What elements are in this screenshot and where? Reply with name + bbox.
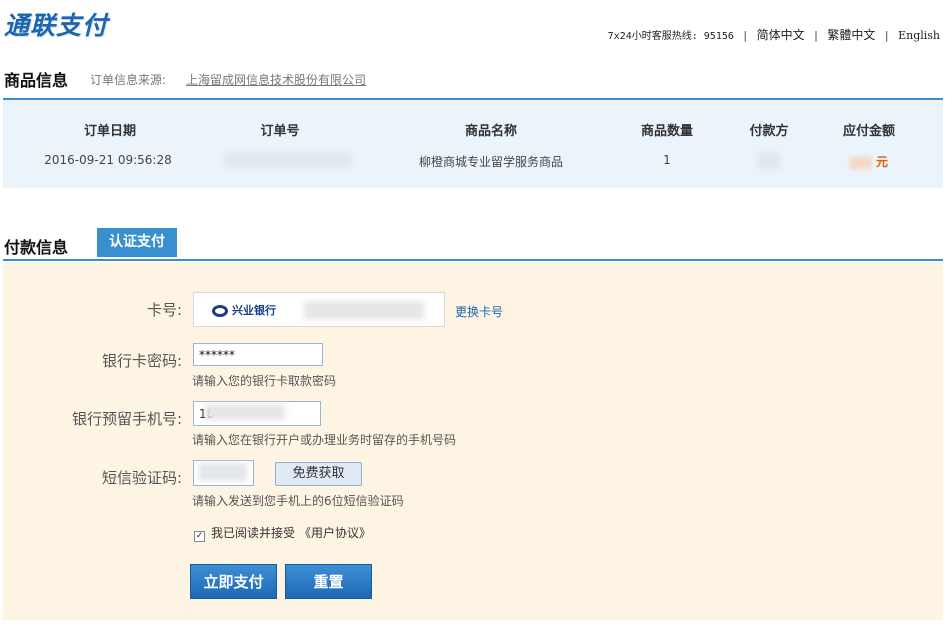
lang-traditional-link[interactable]: 繁體中文: [827, 28, 875, 42]
lang-simplified-link[interactable]: 简体中文: [757, 28, 805, 42]
header-amount: 应付金额: [842, 124, 895, 139]
card-number-label: 卡号:: [146, 301, 182, 319]
quantity-value: 1: [663, 153, 671, 167]
header-product-name: 商品名称: [464, 124, 517, 139]
divider: [3, 259, 943, 261]
sms-code-label: 短信验证码:: [101, 469, 182, 487]
reset-button[interactable]: 重置: [285, 564, 372, 599]
divider: |: [884, 29, 889, 42]
order-number-value: [218, 153, 358, 170]
agree-text: 我已阅读并接受: [211, 526, 296, 540]
tonglian-logo: 通联支付: [4, 11, 109, 40]
redacted-order-number: [224, 153, 352, 167]
lang-english-link[interactable]: English: [898, 29, 940, 42]
user-agreement-link[interactable]: 《用户协议》: [299, 526, 371, 540]
top-links: 7x24小时客服热线: 95156 | 简体中文 | 繁體中文 | Englis…: [608, 26, 940, 43]
header-payer: 付款方: [749, 124, 789, 139]
header-order-number: 订单号: [260, 124, 300, 139]
password-input[interactable]: [193, 343, 323, 366]
payment-section-title: 付款信息: [4, 238, 69, 257]
sms-code-hint: 请输入发送到您手机上的6位短信验证码: [192, 494, 404, 508]
tab-auth-payment[interactable]: 认证支付: [97, 228, 177, 257]
change-card-link[interactable]: 更换卡号: [455, 303, 503, 320]
agree-checkbox[interactable]: ✓: [194, 531, 205, 542]
amount-value: 元: [819, 153, 919, 170]
phone-hint: 请输入您在银行开户或办理业务时留存的手机号码: [192, 433, 457, 447]
redacted-phone: [205, 404, 285, 420]
divider: |: [743, 29, 748, 42]
product-name-value: 柳橙商城专业留学服务商品: [418, 155, 563, 169]
header-quantity: 商品数量: [640, 124, 693, 139]
password-hint: 请输入您的银行卡取款密码: [192, 374, 337, 388]
redacted-payer: [758, 153, 780, 169]
header-order-date: 订单日期: [83, 124, 136, 139]
order-source-label: 订单信息来源:: [90, 73, 167, 87]
redacted-sms-code: [199, 463, 247, 481]
redacted-amount: [849, 156, 872, 169]
pay-now-button[interactable]: 立即支付: [190, 564, 277, 599]
bank-emblem-icon: [212, 305, 228, 317]
payer-value: [719, 153, 819, 172]
goods-section-title: 商品信息: [4, 71, 69, 90]
get-sms-code-button[interactable]: 免费获取: [275, 462, 362, 486]
card-number-display: 兴业银行: [193, 292, 445, 327]
bank-logo: 兴业银行: [212, 302, 276, 318]
redacted-card-number: [304, 301, 424, 319]
order-date-value: 2016-09-21 09:56:28: [44, 153, 172, 167]
amount-unit: 元: [875, 155, 888, 169]
password-label: 银行卡密码:: [101, 352, 182, 370]
bank-name: 兴业银行: [232, 304, 276, 317]
order-table: 订单日期 订单号 商品名称 商品数量 付款方 应付金额 2016-09-21 0…: [3, 100, 943, 188]
agreement-row: ✓ 我已阅读并接受 《用户协议》: [194, 524, 371, 542]
phone-label: 银行预留手机号:: [71, 410, 182, 428]
order-source-link[interactable]: 上海留成网信息技术股份有限公司: [186, 71, 366, 88]
customer-hotline: 7x24小时客服热线: 95156: [607, 31, 734, 42]
divider: |: [814, 29, 818, 42]
